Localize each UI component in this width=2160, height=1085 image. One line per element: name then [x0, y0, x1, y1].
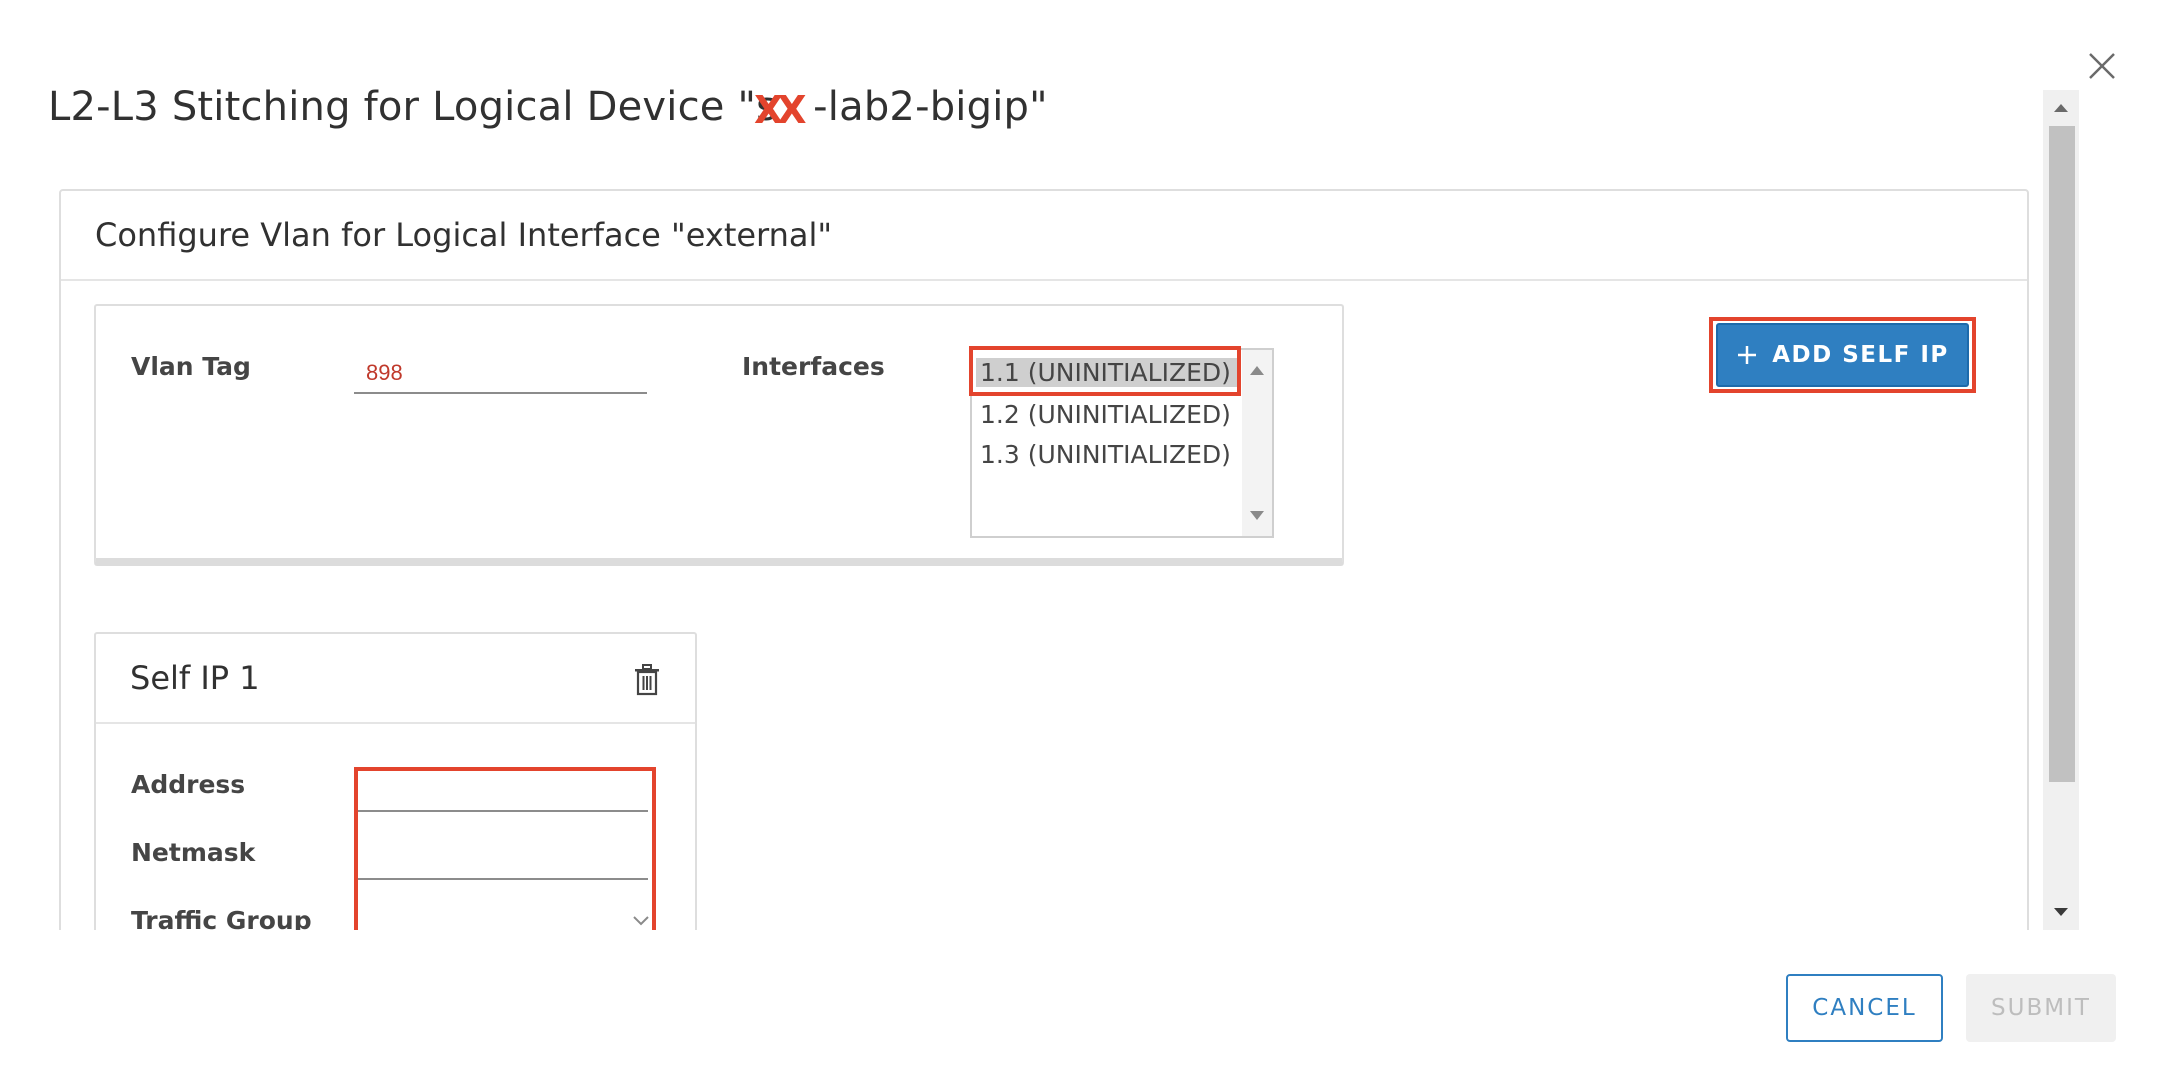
- netmask-input[interactable]: [358, 840, 648, 880]
- listbox-scrollbar[interactable]: [1242, 350, 1272, 536]
- scroll-down-icon[interactable]: [2043, 894, 2079, 930]
- address-label: Address: [131, 770, 246, 799]
- vlan-tag-input[interactable]: [354, 354, 647, 394]
- traffic-group-select[interactable]: [358, 895, 648, 935]
- plus-icon: [1738, 346, 1757, 364]
- vlan-tag-label: Vlan Tag: [131, 352, 251, 381]
- interface-option[interactable]: 1.3 (UNINITIALIZED): [980, 440, 1231, 469]
- stitching-dialog: L2-L3 Stitching for Logical Device "s -la…: [0, 0, 2160, 1085]
- self-ip-header: Self IP 1: [96, 634, 695, 724]
- dialog-title: L2-L3 Stitching for Logical Device "s -la…: [48, 84, 1048, 130]
- scroll-thumb[interactable]: [2049, 126, 2075, 782]
- self-ip-title: Self IP 1: [130, 659, 260, 697]
- submit-button[interactable]: SUBMIT: [1966, 974, 2116, 1042]
- chevron-down-icon[interactable]: [632, 915, 650, 927]
- trash-icon[interactable]: [633, 664, 661, 696]
- add-self-ip-label: ADD SELF IP: [1772, 342, 1949, 368]
- cancel-button[interactable]: CANCEL: [1786, 974, 1943, 1042]
- scroll-up-icon[interactable]: [1250, 366, 1264, 375]
- vlan-config-header: Configure Vlan for Logical Interface "ex…: [61, 191, 2027, 281]
- close-icon[interactable]: [2084, 48, 2120, 84]
- interfaces-listbox[interactable]: 1.1 (UNINITIALIZED) 1.2 (UNINITIALIZED) …: [970, 348, 1274, 538]
- dialog-scrollbar[interactable]: [2043, 90, 2079, 930]
- interfaces-label: Interfaces: [742, 352, 885, 381]
- dialog-title-suffix: -lab2-bigip": [813, 84, 1048, 130]
- netmask-label: Netmask: [131, 838, 256, 867]
- scroll-down-icon[interactable]: [1250, 511, 1264, 520]
- interface-option[interactable]: 1.1 (UNINITIALIZED): [976, 358, 1238, 387]
- address-input[interactable]: [358, 772, 648, 812]
- scroll-up-icon[interactable]: [2043, 90, 2079, 126]
- redaction-mark: XX: [754, 88, 807, 132]
- dialog-title-prefix: L2-L3 Stitching for Logical Device "s: [48, 84, 778, 130]
- interface-option[interactable]: 1.2 (UNINITIALIZED): [980, 400, 1231, 429]
- add-self-ip-button[interactable]: ADD SELF IP: [1716, 323, 1969, 387]
